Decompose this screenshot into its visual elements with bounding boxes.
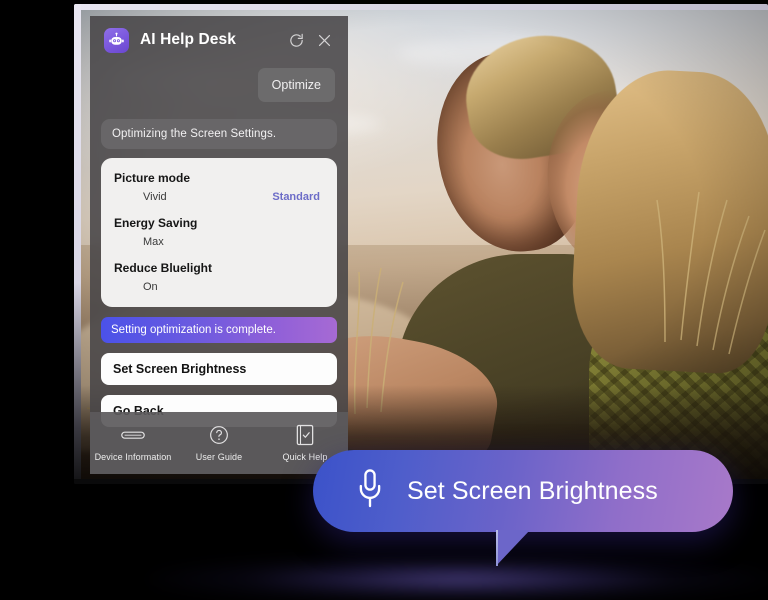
setting-current-value: On [143, 281, 158, 293]
panel-header: AI Help Desk [90, 16, 348, 64]
nav-item-device-information[interactable]: Device Information [90, 424, 176, 462]
document-check-icon [296, 424, 314, 446]
setting-suggested-value[interactable]: Standard [272, 191, 324, 203]
nav-item-user-guide[interactable]: User Guide [176, 424, 262, 462]
monitor-icon [121, 424, 145, 446]
close-icon[interactable] [313, 29, 335, 51]
tv-bezel-top [74, 4, 768, 10]
setting-label: Picture mode [114, 171, 191, 185]
ambient-glow [150, 556, 768, 600]
setting-values: Vivid Standard [114, 191, 324, 203]
nav-label: User Guide [195, 452, 243, 462]
setting-row-reduce-bluelight: Reduce Bluelight On [114, 261, 324, 293]
voice-command-text: Set Screen Brightness [407, 476, 658, 505]
optimization-complete-banner[interactable]: Setting optimization is complete. [101, 317, 337, 343]
tv-device: AI Help Desk Optimize Optimizing the Scr… [74, 4, 768, 484]
robot-face-icon [104, 27, 129, 53]
optimize-row: Optimize [90, 64, 348, 102]
tv-screen: AI Help Desk Optimize Optimizing the Scr… [81, 10, 768, 479]
bubble-tail [496, 530, 530, 566]
panel-title: AI Help Desk [140, 31, 236, 48]
settings-card: Picture mode Vivid Standard Energy Savin… [101, 158, 337, 307]
screenshot-stage: AI Help Desk Optimize Optimizing the Scr… [0, 0, 768, 600]
optimize-button[interactable]: Optimize [257, 68, 335, 102]
status-message: Optimizing the Screen Settings. [101, 119, 337, 149]
setting-values: Max [114, 236, 324, 248]
panel-bottom-nav: Device Information User Guide Quick Help [90, 412, 348, 474]
setting-row-picture-mode: Picture mode Vivid Standard [114, 171, 324, 203]
refresh-icon[interactable] [285, 29, 307, 51]
setting-current-value: Max [143, 236, 164, 248]
setting-row-energy-saving: Energy Saving Max [114, 216, 324, 248]
setting-label: Reduce Bluelight [114, 261, 213, 275]
tv-bezel-left [74, 4, 81, 484]
bubble-tail-edge [496, 530, 498, 566]
ai-help-desk-panel: AI Help Desk Optimize Optimizing the Scr… [90, 16, 348, 474]
microphone-icon [355, 468, 385, 515]
question-circle-icon [209, 424, 229, 446]
setting-current-value: Vivid [143, 191, 167, 203]
nav-label: Device Information [94, 452, 172, 462]
setting-label: Energy Saving [114, 216, 198, 230]
setting-values: On [114, 281, 324, 293]
voice-command-bubble[interactable]: Set Screen Brightness [313, 450, 733, 566]
bubble-body[interactable]: Set Screen Brightness [313, 450, 733, 532]
set-screen-brightness-button[interactable]: Set Screen Brightness [101, 353, 337, 385]
